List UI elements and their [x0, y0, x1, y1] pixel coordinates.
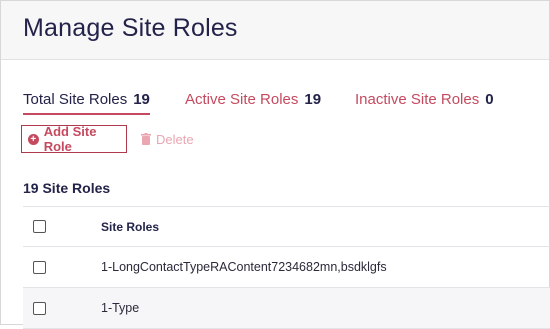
tab-count: 19: [304, 91, 322, 108]
tab-inactive-site-roles[interactable]: Inactive Site Roles 0: [355, 91, 494, 108]
table-header-row: Site Roles: [23, 206, 550, 247]
page-header: Manage Site Roles: [1, 1, 549, 60]
add-site-role-button[interactable]: + Add Site Role: [21, 124, 127, 154]
tab-label: Active Site Roles: [185, 91, 299, 108]
delete-button[interactable]: Delete: [141, 125, 194, 153]
roles-count-title: 19 Site Roles: [23, 180, 111, 196]
table-row: 1-LongContactTypeRAContent7234682mn,bsdk…: [23, 247, 550, 288]
plus-circle-icon: +: [28, 133, 39, 145]
site-roles-table: Site Roles 1-LongContactTypeRAContent723…: [23, 206, 550, 329]
tab-count: 19: [133, 91, 150, 108]
delete-label: Delete: [156, 131, 194, 147]
tab-label: Total Site Roles: [23, 91, 128, 108]
site-role-name[interactable]: 1-Type: [101, 301, 139, 315]
page-title: Manage Site Roles: [23, 14, 238, 42]
row-checkbox[interactable]: [33, 301, 46, 315]
table-row: 1-Type: [23, 288, 550, 329]
site-role-name[interactable]: 1-LongContactTypeRAContent7234682mn,bsdk…: [101, 260, 387, 274]
row-checkbox[interactable]: [33, 260, 46, 274]
tab-active-site-roles[interactable]: Active Site Roles 19: [185, 91, 321, 108]
column-header-site-roles[interactable]: Site Roles: [101, 220, 159, 234]
tab-count: 0: [485, 91, 494, 108]
select-all-checkbox[interactable]: [33, 220, 46, 233]
add-site-role-label: Add Site Role: [43, 124, 97, 154]
tab-label: Inactive Site Roles: [355, 91, 480, 108]
tab-total-site-roles[interactable]: Total Site Roles 19: [23, 91, 150, 115]
trash-icon: [141, 133, 151, 145]
